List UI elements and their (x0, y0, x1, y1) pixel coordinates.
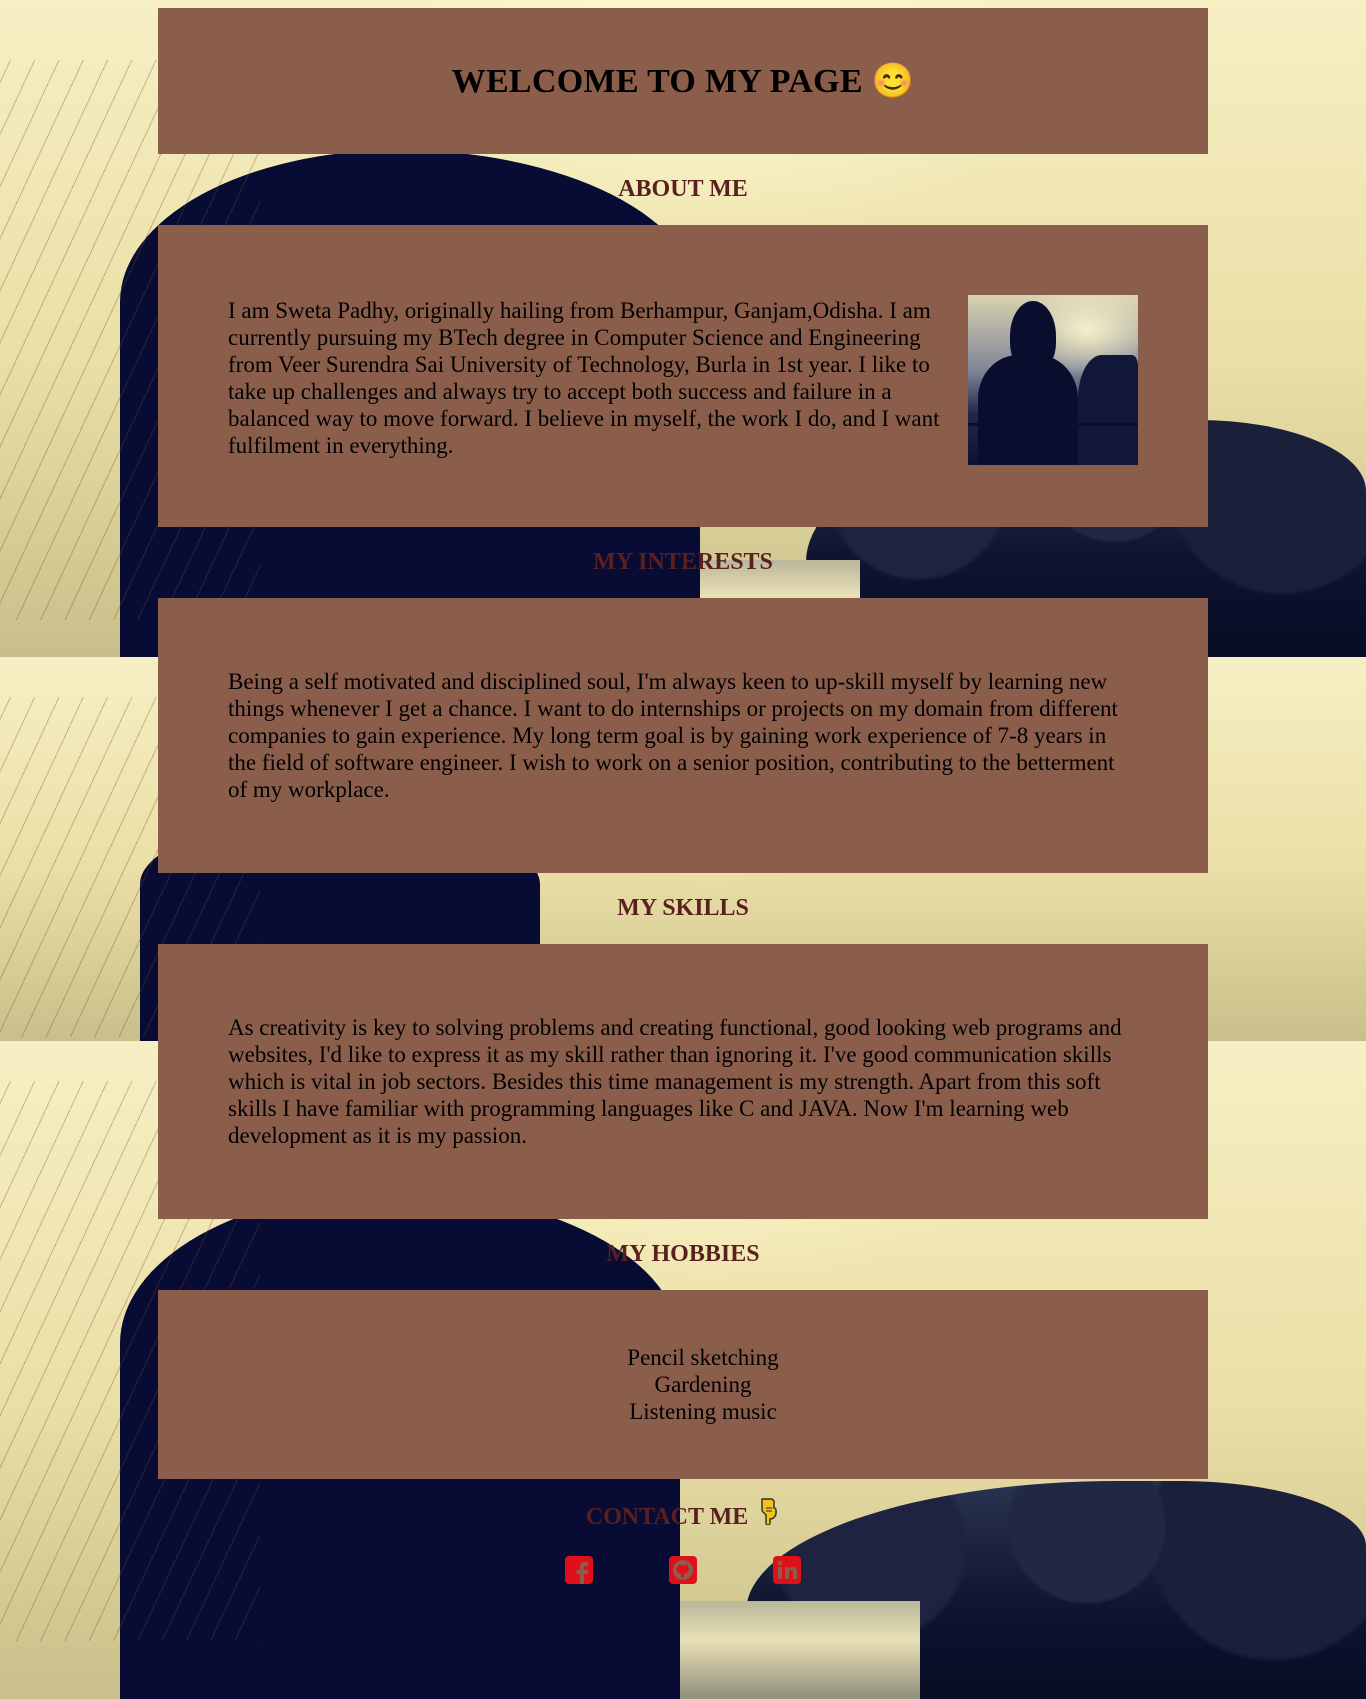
hobby-list: Pencil sketching Gardening Listening mus… (158, 1344, 1208, 1425)
linkedin-icon[interactable] (772, 1555, 802, 1585)
skills-text: As creativity is key to solving problems… (228, 1015, 1122, 1148)
about-text: I am Sweta Padhy, originally hailing fro… (228, 298, 940, 458)
list-item: Pencil sketching (627, 1345, 779, 1370)
skills-heading: MY SKILLS (617, 895, 749, 921)
list-item: Gardening (654, 1372, 752, 1397)
hobbies-section: Pencil sketching Gardening Listening mus… (158, 1290, 1208, 1479)
social-links (158, 1555, 1208, 1585)
header-banner: WELCOME TO MY PAGE 😊 (158, 8, 1208, 154)
skills-section: As creativity is key to solving problems… (158, 944, 1208, 1219)
hobbies-heading: MY HOBBIES (606, 1241, 760, 1267)
list-item: Listening music (629, 1399, 777, 1424)
github-icon[interactable] (668, 1555, 698, 1585)
page-title: WELCOME TO MY PAGE 😊 (451, 63, 915, 100)
contact-heading-label: CONTACT ME (585, 1504, 749, 1530)
smile-emoji-icon: 😊 (871, 63, 915, 100)
page-content: WELCOME TO MY PAGE 😊 ABOUT ME I am Sweta… (158, 8, 1208, 1585)
interests-section: Being a self motivated and disciplined s… (158, 598, 1208, 873)
profile-photo (968, 295, 1138, 465)
about-section: I am Sweta Padhy, originally hailing fro… (158, 225, 1208, 527)
about-heading: ABOUT ME (618, 176, 748, 202)
contact-heading: CONTACT ME (158, 1479, 1208, 1555)
facebook-icon[interactable] (564, 1555, 594, 1585)
interests-heading: MY INTERESTS (593, 549, 773, 575)
pointing-down-hand-icon (758, 1480, 780, 1556)
interests-text: Being a self motivated and disciplined s… (228, 669, 1118, 802)
